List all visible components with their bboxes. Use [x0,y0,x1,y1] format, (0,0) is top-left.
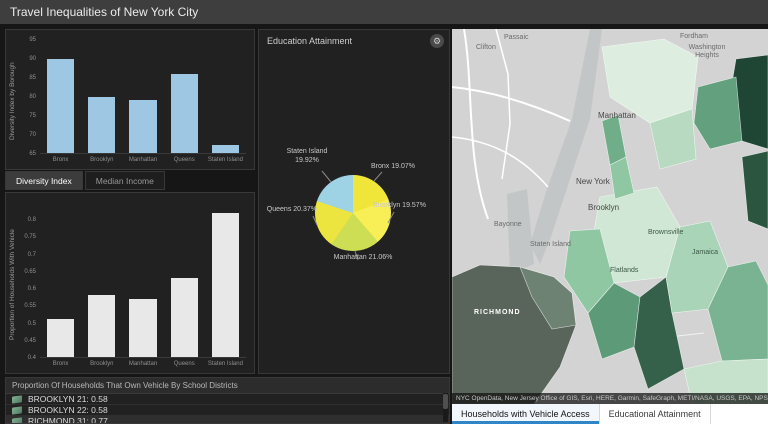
scrollbar[interactable] [443,393,448,422]
x-axis-label: Manhattan [128,157,158,163]
map-tab-bar: Households with Vehicle Access Education… [452,404,768,424]
education-pie-chart[interactable] [315,175,391,251]
vehicle-bars [40,203,246,358]
bar-manhattan[interactable] [129,100,157,153]
pie-label-bronx: Bronx 19.07% [371,163,415,170]
district-flag-icon [12,405,22,415]
bar-manhattan[interactable] [129,298,157,357]
y-axis-tick: 0.4 [27,355,36,361]
district-list-label: RICHMOND 31: 0.77 [28,416,108,424]
dashboard-app: Travel Inequalities of New York City Div… [0,0,768,424]
vehicle-chart-body: 0.4 0.45 0.5 0.55 0.6 0.65 0.7 0.75 0.8 Bronx Bro… [20,199,250,370]
district-list-title: Proportion Of Households That Own Vehicl… [6,378,449,394]
y-axis-tick: 80 [29,94,36,100]
vehicle-chart-panel: Proportion of Households With Vehicle 0.… [5,192,255,374]
left-chart-tabs: Diversity Index Median Income [5,171,167,190]
diversity-chart-panel: Diversity Index by Borough 65 70 75 80 85 90 9… [5,29,255,170]
x-axis-label: Staten Island [207,157,243,163]
y-axis-tick: 0.8 [27,217,36,224]
x-axis-label: Brooklyn [90,157,114,163]
y-axis-tick: 0.7 [27,251,36,258]
scrollbar-thumb[interactable] [443,394,448,409]
district-list-label: BROOKLYN 21: 0.58 [28,394,108,404]
pie-label-manhattan: Manhattan 21.06% [333,254,393,261]
diversity-plot-area: Bronx Brooklyn Manhattan Queens Staten Islan… [40,40,250,166]
tab-median-income[interactable]: Median Income [84,171,165,190]
map-canvas[interactable]: Passaic Clifton Fordham Washington Heigh… [452,29,768,424]
pie-label-staten-island: Staten Island 19.92% [286,148,328,164]
y-axis-tick: 70 [29,132,36,139]
y-axis-tick: 0.75 [24,234,36,241]
diversity-y-axis-title: Diversity Index by Borough [9,62,16,140]
x-axis-label: Queens [173,361,195,367]
x-axis-label: Staten Island [207,361,243,367]
bar-brooklyn[interactable] [88,96,116,153]
tab-households-vehicle-access[interactable]: Households with Vehicle Access [452,404,600,424]
bar-queens[interactable] [170,278,198,357]
pie-label-brooklyn: Brooklyn 19.57% [373,202,426,209]
pie-label-queens: Queens 20.37% [266,206,317,213]
map-attribution: NYC OpenData, New Jersey Office of GIS, … [452,393,768,404]
bar-staten-island[interactable] [211,213,240,357]
tab-educational-attainment[interactable]: Educational Attainment [600,404,711,424]
y-axis-tick: 95 [29,37,36,43]
map-basemap [452,29,768,404]
district-list-panel: Proportion Of Households That Own Vehicl… [5,377,450,424]
bar-brooklyn[interactable] [88,295,116,357]
x-axis-label: Queens [173,157,195,163]
district-list-label: BROOKLYN 22: 0.58 [28,405,108,415]
y-axis-tick: 85 [29,75,36,82]
y-axis-tick: 0.6 [27,286,36,293]
widget-settings-icon[interactable]: ⚙ [430,34,444,48]
bar-queens[interactable] [170,73,198,153]
y-axis-tick: 65 [29,151,36,157]
diversity-x-axis-labels: Bronx Brooklyn Manhattan Queens Staten Islan… [40,154,246,166]
app-header: Travel Inequalities of New York City [0,0,768,24]
y-axis-tick: 0.5 [27,320,36,327]
bar-staten-island[interactable] [211,145,240,153]
x-axis-label: Brooklyn [90,361,114,367]
y-axis-tick: 0.55 [24,303,36,310]
vehicle-y-axis-title: Proportion of Households With Vehicle [9,229,16,340]
education-pie-panel: Education Attainment ⚙ Bronx 19.07% Broo… [258,29,450,374]
district-flag-icon [12,416,22,423]
diversity-bars [40,40,246,154]
diversity-chart-body: 65 70 75 80 85 90 95 Bronx Brooklyn Manhattan Que… [20,36,250,166]
diversity-y-axis-ticks: 65 70 75 80 85 90 95 [20,37,40,157]
y-axis-tick: 0.45 [24,337,36,344]
district-flag-icon [12,394,22,404]
vehicle-x-axis-labels: Bronx Brooklyn Manhattan Queens Staten Islan… [40,358,246,370]
vehicle-y-axis-ticks: 0.4 0.45 0.5 0.55 0.6 0.65 0.7 0.75 0.8 [20,203,40,361]
list-item[interactable]: BROOKLYN 22: 0.58 [6,405,449,416]
y-axis-tick: 90 [29,56,36,62]
y-axis-tick: 0.65 [24,268,36,275]
tab-diversity-index[interactable]: Diversity Index [5,171,83,190]
x-axis-label: Bronx [52,157,69,163]
x-axis-label: Bronx [52,361,69,367]
bar-bronx[interactable] [47,58,75,153]
y-axis-tick: 75 [29,113,36,120]
vehicle-plot-area: Bronx Brooklyn Manhattan Queens Staten Islan… [40,203,250,370]
bar-bronx[interactable] [47,319,75,357]
list-item[interactable]: RICHMOND 31: 0.77 [6,416,449,424]
page-title: Travel Inequalities of New York City [10,5,199,19]
education-panel-title: Education Attainment [267,36,353,46]
x-axis-label: Manhattan [128,361,158,367]
list-item[interactable]: BROOKLYN 21: 0.58 [6,394,449,405]
